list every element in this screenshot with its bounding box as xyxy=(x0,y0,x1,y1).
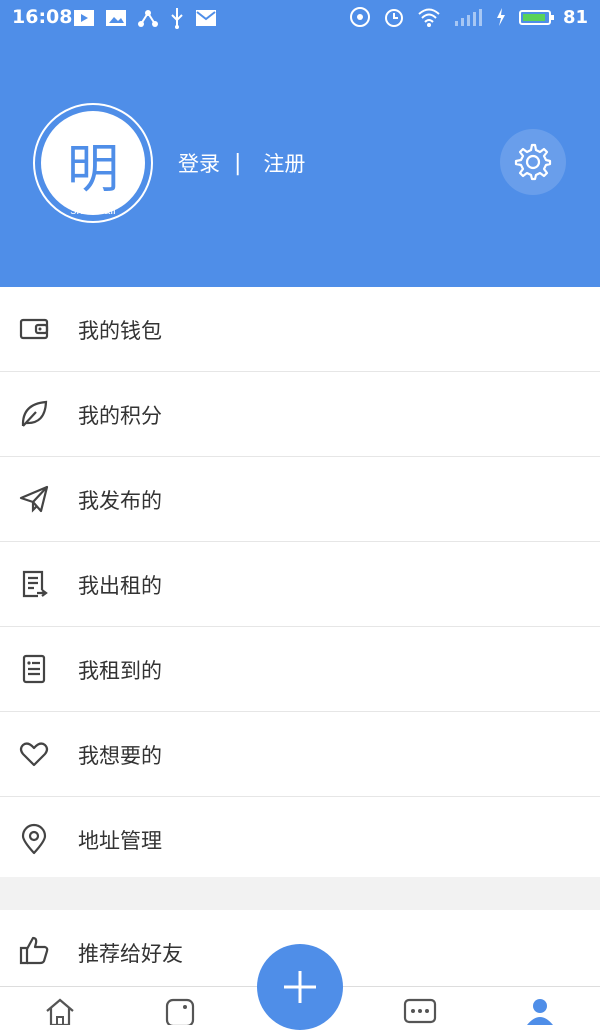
status-time: 16:08 xyxy=(12,6,73,28)
heart-icon xyxy=(19,742,49,767)
satellite-icon xyxy=(349,7,370,27)
avatar-char: 明 xyxy=(66,140,119,200)
avatar-subtitle: share all xyxy=(70,203,116,217)
document-list-icon xyxy=(22,654,46,684)
mail-icon xyxy=(196,10,216,26)
menu-item-label: 我的积分 xyxy=(78,404,162,428)
video-icon xyxy=(74,10,94,26)
alarm-icon xyxy=(384,9,403,27)
thumbs-up-icon xyxy=(19,936,49,965)
auth-links: 登录 | 注册 xyxy=(178,148,305,178)
plus-icon xyxy=(284,971,316,1003)
paper-plane-icon xyxy=(19,485,49,513)
settings-button[interactable] xyxy=(500,129,566,195)
menu-item-label: 我的钱包 xyxy=(78,319,162,343)
menu-item-points[interactable]: 我的积分 xyxy=(0,372,600,457)
menu-item-wanted[interactable]: 我想要的 xyxy=(0,712,600,797)
leaf-icon xyxy=(21,400,48,427)
menu-item-label: 推荐给好友 xyxy=(78,942,183,966)
wifi-icon xyxy=(418,8,440,27)
category-tab-icon[interactable] xyxy=(163,997,197,1025)
location-icon xyxy=(21,823,47,855)
profile-header: 16:08 81 明 share all 登录 | 注册 xyxy=(0,0,600,287)
gear-icon xyxy=(514,143,552,181)
menu-item-label: 地址管理 xyxy=(78,829,162,853)
wallet-icon xyxy=(19,318,49,340)
publish-button[interactable] xyxy=(257,944,343,1030)
avatar-logo: 明 xyxy=(41,111,145,215)
battery-level: 81 xyxy=(562,6,588,28)
menu-item-rented[interactable]: 我租到的 xyxy=(0,627,600,712)
share-icon xyxy=(138,10,158,27)
charging-icon xyxy=(496,8,505,26)
document-out-icon xyxy=(22,570,48,598)
register-link[interactable]: 注册 xyxy=(263,148,305,178)
menu-list: 我的钱包 我的积分 我发布的 我出租的 我租到的 我想要的 地址管理 xyxy=(0,287,600,881)
menu-item-label: 我发布的 xyxy=(78,489,162,513)
menu-item-renting-out[interactable]: 我出租的 xyxy=(0,542,600,627)
profile-tab-icon[interactable] xyxy=(523,997,557,1025)
menu-item-label: 我想要的 xyxy=(78,744,162,768)
usb-icon xyxy=(171,8,183,29)
status-bar: 16:08 81 xyxy=(0,0,600,36)
menu-item-label: 我出租的 xyxy=(78,574,162,598)
section-divider xyxy=(0,877,600,910)
status-right-icons: 81 xyxy=(349,6,588,28)
auth-separator: | xyxy=(234,150,242,176)
message-tab-icon[interactable] xyxy=(403,997,437,1025)
signal-icon xyxy=(454,9,482,26)
login-link[interactable]: 登录 xyxy=(178,148,220,178)
menu-item-label: 我租到的 xyxy=(78,659,162,683)
image-icon xyxy=(106,10,126,26)
menu-item-address[interactable]: 地址管理 xyxy=(0,797,600,881)
status-left-icons xyxy=(73,7,217,29)
avatar[interactable]: 明 share all xyxy=(33,103,153,223)
menu-item-published[interactable]: 我发布的 xyxy=(0,457,600,542)
battery-icon xyxy=(518,9,554,25)
menu-item-wallet[interactable]: 我的钱包 xyxy=(0,287,600,372)
home-tab-icon[interactable] xyxy=(43,997,77,1025)
